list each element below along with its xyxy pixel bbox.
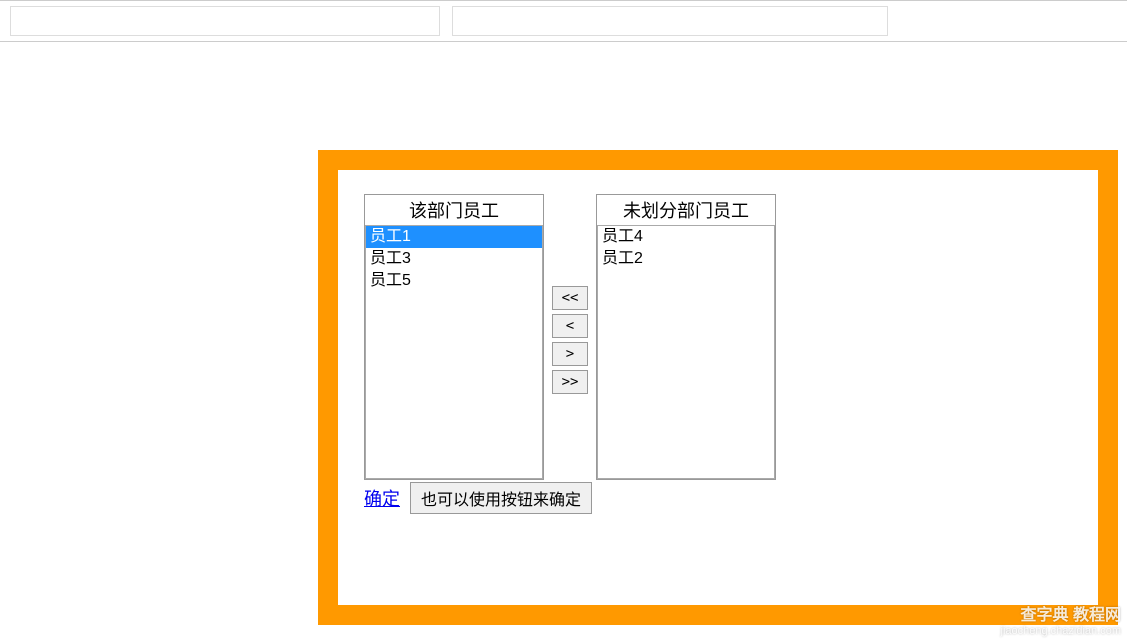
left-list[interactable]: 员工1员工3员工5 [365,225,543,479]
move-right-button[interactable]: > [552,342,588,366]
main-frame: 该部门员工 员工1员工3员工5 << < > >> 未划分部门员工 员工4员工2… [318,150,1118,625]
top-input-1[interactable] [10,6,440,36]
bottom-actions: 确定 也可以使用按钮来确定 [364,482,1072,514]
transfer-widget: 该部门员工 员工1员工3员工5 << < > >> 未划分部门员工 员工4员工2 [364,194,1072,480]
list-item[interactable]: 员工2 [598,248,774,270]
list-item[interactable]: 员工1 [366,226,542,248]
move-button-column: << < > >> [544,286,596,394]
move-left-button[interactable]: < [552,314,588,338]
list-item[interactable]: 员工5 [366,270,542,292]
top-bar [0,0,1127,42]
list-item[interactable]: 员工4 [598,226,774,248]
move-all-right-button[interactable]: >> [552,370,588,394]
move-all-left-button[interactable]: << [552,286,588,310]
confirm-link[interactable]: 确定 [364,485,400,511]
right-list-panel: 未划分部门员工 员工4员工2 [596,194,776,480]
list-item[interactable]: 员工3 [366,248,542,270]
right-list-title: 未划分部门员工 [597,195,775,225]
confirm-button[interactable]: 也可以使用按钮来确定 [410,482,592,514]
right-list[interactable]: 员工4员工2 [597,225,775,479]
left-list-title: 该部门员工 [365,195,543,225]
left-list-panel: 该部门员工 员工1员工3员工5 [364,194,544,480]
watermark-line2: jiaocheng.chazidian.com [1001,625,1121,637]
top-input-2[interactable] [452,6,888,36]
